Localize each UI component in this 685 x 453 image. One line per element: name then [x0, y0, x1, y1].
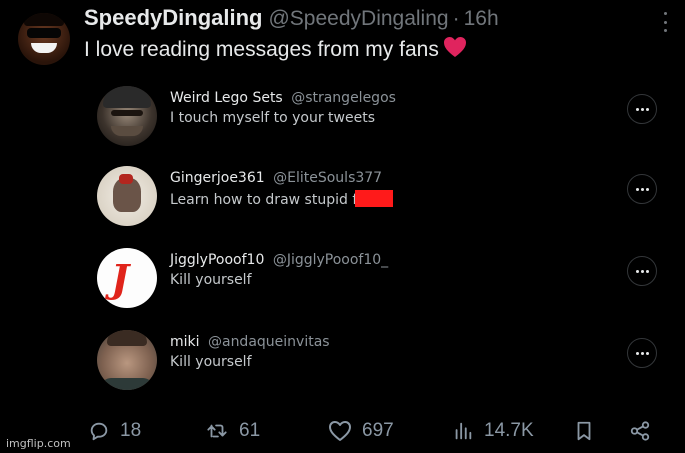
tweet-text: I love reading messages from my fans	[84, 36, 467, 64]
reply-avatar	[97, 86, 157, 146]
analytics-icon	[455, 422, 472, 440]
reply-item: J JigglyPooof10 @JigglyPooof10_ Kill you…	[95, 248, 665, 312]
reply-header: Gingerjoe361 @EliteSouls377	[170, 170, 382, 186]
reply-handle: @EliteSouls377	[273, 170, 383, 186]
reply-text: Kill yourself	[170, 272, 252, 288]
reply-more-icon	[627, 338, 657, 368]
reply-name: Weird Lego Sets	[170, 90, 283, 106]
like-button[interactable]: 697	[328, 420, 394, 442]
reply-more-icon	[627, 256, 657, 286]
tweet-timestamp[interactable]: 16h	[464, 7, 499, 31]
reply-handle: @strangelegos	[291, 90, 396, 106]
share-icon	[630, 421, 650, 441]
reply-avatar: J	[97, 248, 157, 308]
reply-avatar	[97, 166, 157, 226]
reply-avatar	[97, 330, 157, 390]
reply-more-icon	[627, 94, 657, 124]
reply-header: JigglyPooof10 @JigglyPooof10_	[170, 252, 388, 268]
retweet-button[interactable]: 61	[205, 420, 260, 442]
author-handle[interactable]: @SpeedyDingaling	[268, 7, 448, 31]
reply-count: 18	[120, 420, 142, 441]
reply-text: Learn how to draw stupid f	[170, 192, 358, 208]
reply-item: miki @andaqueinvitas Kill yourself	[95, 330, 665, 394]
reply-item: Gingerjoe361 @EliteSouls377 Learn how to…	[95, 166, 665, 230]
like-count: 697	[362, 420, 394, 441]
bookmark-icon	[577, 421, 591, 441]
reply-name: miki	[170, 334, 200, 350]
author-display-name[interactable]: SpeedyDingaling	[84, 5, 262, 31]
reply-text: Kill yourself	[170, 354, 252, 370]
reply-header: miki @andaqueinvitas	[170, 334, 330, 350]
retweet-count: 61	[239, 420, 261, 441]
heart-outline-icon	[329, 421, 351, 441]
retweet-icon	[207, 424, 227, 438]
reply-button[interactable]: 18	[88, 420, 141, 442]
reply-header: Weird Lego Sets @strangelegos	[170, 90, 396, 106]
reply-text-row: Learn how to draw stupid f	[170, 190, 394, 208]
reply-text: I touch myself to your tweets	[170, 110, 376, 126]
reply-name: Gingerjoe361	[170, 170, 265, 186]
tweet-action-bar: 18 61 697 14.7K	[0, 410, 685, 450]
reply-name: JigglyPooof10	[170, 252, 265, 268]
reply-more-icon	[627, 174, 657, 204]
views-button[interactable]: 14.7K	[452, 420, 534, 442]
reply-icon	[90, 422, 108, 441]
tweet-header: SpeedyDingaling @SpeedyDingaling · 16h	[84, 5, 499, 33]
tweet-body: I love reading messages from my fans	[84, 38, 439, 61]
share-button[interactable]	[628, 420, 652, 442]
author-avatar[interactable]	[18, 13, 70, 65]
header-separator: ·	[452, 7, 460, 30]
reply-handle: @andaqueinvitas	[207, 334, 330, 350]
censor-bar	[355, 190, 394, 207]
heart-icon	[443, 36, 467, 64]
view-count: 14.7K	[484, 420, 534, 441]
reply-item: Weird Lego Sets @strangelegos I touch my…	[95, 86, 665, 150]
watermark: imgflip.com	[6, 437, 71, 450]
bookmark-button[interactable]	[574, 420, 594, 442]
more-options-icon[interactable]	[657, 12, 673, 32]
reply-handle: @JigglyPooof10_	[272, 252, 389, 268]
